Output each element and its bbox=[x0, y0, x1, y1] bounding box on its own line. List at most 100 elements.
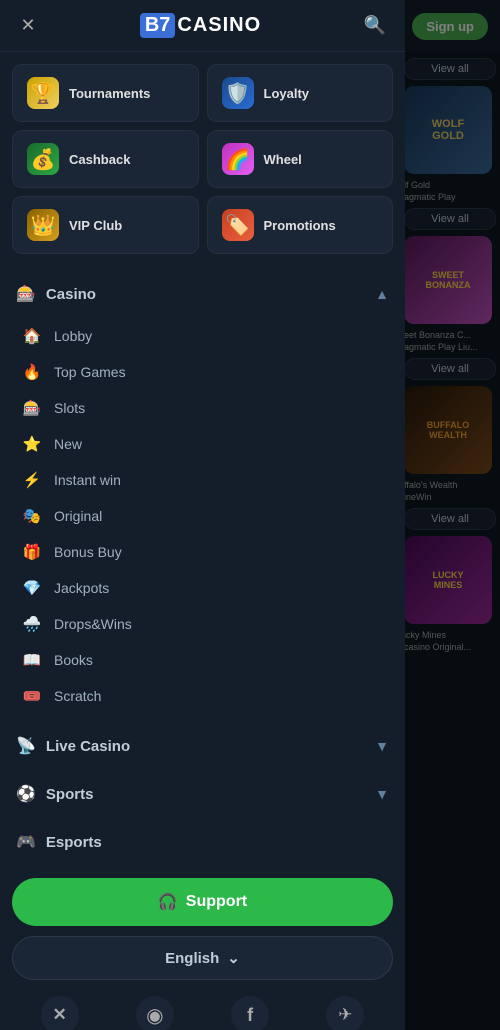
drops-wins-label: Drops&Wins bbox=[54, 616, 132, 632]
view-all-button-2[interactable]: View all bbox=[404, 208, 496, 230]
game-title-wolf: lf Gold bbox=[404, 180, 496, 190]
quick-link-tournaments[interactable]: 🏆 Tournaments bbox=[12, 64, 199, 122]
game-card-wolf-gold[interactable]: WOLFGOLD bbox=[404, 86, 492, 174]
signup-button[interactable]: Sign up bbox=[412, 13, 488, 40]
loyalty-icon: 🛡️ bbox=[222, 77, 254, 109]
game-card-lucky-mines[interactable]: LUCKYMINES bbox=[404, 536, 492, 624]
scratch-icon: 🎟️ bbox=[22, 687, 42, 705]
live-casino-chevron-icon: ▼ bbox=[375, 738, 389, 754]
sidebar-item-original[interactable]: 🎭 Original bbox=[0, 498, 405, 534]
cashback-icon: 💰 bbox=[27, 143, 59, 175]
logo-b7: B7 bbox=[140, 13, 176, 38]
sidebar-logo: B7 CASINO bbox=[140, 13, 261, 38]
esports-section-header[interactable]: 🎮 Esports bbox=[0, 822, 405, 862]
game-subtitle-lucky: casino Original... bbox=[404, 642, 496, 652]
sports-section-label: Sports bbox=[46, 786, 94, 803]
sidebar-item-drops-wins[interactable]: 🌧️ Drops&Wins bbox=[0, 606, 405, 642]
original-icon: 🎭 bbox=[22, 507, 42, 525]
scratch-label: Scratch bbox=[54, 688, 101, 704]
promotions-label: Promotions bbox=[264, 218, 336, 233]
live-casino-section-header[interactable]: 📡 Live Casino ▼ bbox=[0, 726, 405, 766]
quick-links-grid: 🏆 Tournaments 🛡️ Loyalty 💰 Cashback 🌈 Wh… bbox=[0, 52, 405, 266]
logo-casino: CASINO bbox=[177, 14, 261, 37]
top-games-label: Top Games bbox=[54, 364, 126, 380]
casino-section-header[interactable]: 🎰 Casino ▲ bbox=[0, 274, 405, 314]
quick-link-vip[interactable]: 👑 VIP Club bbox=[12, 196, 199, 254]
view-all-button-1[interactable]: View all bbox=[404, 58, 496, 80]
loyalty-label: Loyalty bbox=[264, 86, 310, 101]
wheel-label: Wheel bbox=[264, 152, 302, 167]
sidebar-item-jackpots[interactable]: 💎 Jackpots bbox=[0, 570, 405, 606]
new-label: New bbox=[54, 436, 82, 452]
support-button[interactable]: 🎧 Support bbox=[12, 878, 393, 926]
sports-chevron-icon: ▼ bbox=[375, 786, 389, 802]
sports-section: ⚽ Sports ▼ bbox=[0, 774, 405, 814]
game-card-sweet-bonanza[interactable]: SWEETBONANZA bbox=[404, 236, 492, 324]
social-links: ✕ ◉ f ✈ bbox=[12, 992, 393, 1030]
wheel-icon: 🌈 bbox=[222, 143, 254, 175]
view-all-button-4[interactable]: View all bbox=[404, 508, 496, 530]
sidebar-item-bonus-buy[interactable]: 🎁 Bonus Buy bbox=[0, 534, 405, 570]
vip-label: VIP Club bbox=[69, 218, 122, 233]
game-subtitle-candy: agmatic Play Liu... bbox=[404, 342, 496, 352]
drops-wins-icon: 🌧️ bbox=[22, 615, 42, 633]
jackpots-label: Jackpots bbox=[54, 580, 109, 596]
instant-win-label: Instant win bbox=[54, 472, 121, 488]
game-title-candy: eet Bonanza C... bbox=[404, 330, 496, 340]
slots-label: Slots bbox=[54, 400, 85, 416]
tournaments-label: Tournaments bbox=[69, 86, 150, 101]
sidebar-item-lobby[interactable]: 🏠 Lobby bbox=[0, 318, 405, 354]
top-games-icon: 🔥 bbox=[22, 363, 42, 381]
sidebar-item-scratch[interactable]: 🎟️ Scratch bbox=[0, 678, 405, 714]
lobby-icon: 🏠 bbox=[22, 327, 42, 345]
support-label: Support bbox=[186, 893, 247, 911]
sidebar-item-books[interactable]: 📖 Books bbox=[0, 642, 405, 678]
tournaments-icon: 🏆 bbox=[27, 77, 59, 109]
sports-section-header[interactable]: ⚽ Sports ▼ bbox=[0, 774, 405, 814]
close-button[interactable]: ✕ bbox=[14, 12, 42, 40]
sidebar-item-new[interactable]: ⭐ New bbox=[0, 426, 405, 462]
sidebar: ✕ B7 CASINO 🔍 🏆 Tournaments 🛡️ Loyalty 💰… bbox=[0, 0, 405, 1030]
live-casino-section-label: Live Casino bbox=[46, 738, 130, 755]
view-all-button-3[interactable]: View all bbox=[404, 358, 496, 380]
new-icon: ⭐ bbox=[22, 435, 42, 453]
game-card-buffalo[interactable]: BUFFALOWEALTH bbox=[404, 386, 492, 474]
casino-chevron-icon: ▲ bbox=[375, 286, 389, 302]
books-label: Books bbox=[54, 652, 93, 668]
language-label: English bbox=[165, 950, 219, 967]
sidebar-item-instant-win[interactable]: ⚡ Instant win bbox=[0, 462, 405, 498]
esports-section: 🎮 Esports bbox=[0, 822, 405, 862]
language-arrow-icon: ⌄ bbox=[227, 949, 240, 967]
casino-section: 🎰 Casino ▲ 🏠 Lobby 🔥 Top Games 🎰 Slots ⭐… bbox=[0, 274, 405, 718]
vip-icon: 👑 bbox=[27, 209, 59, 241]
support-icon: 🎧 bbox=[158, 892, 178, 912]
sidebar-item-slots[interactable]: 🎰 Slots bbox=[0, 390, 405, 426]
quick-link-wheel[interactable]: 🌈 Wheel bbox=[207, 130, 394, 188]
quick-link-loyalty[interactable]: 🛡️ Loyalty bbox=[207, 64, 394, 122]
casino-section-label: Casino bbox=[46, 286, 96, 303]
language-button[interactable]: English ⌄ bbox=[12, 936, 393, 980]
bonus-buy-icon: 🎁 bbox=[22, 543, 42, 561]
game-subtitle-buffalo: ineWin bbox=[404, 492, 496, 502]
jackpots-icon: 💎 bbox=[22, 579, 42, 597]
game-subtitle-wolf: agmatic Play bbox=[404, 192, 496, 202]
instant-win-icon: ⚡ bbox=[22, 471, 42, 489]
sidebar-header: ✕ B7 CASINO 🔍 bbox=[0, 0, 405, 52]
quick-link-cashback[interactable]: 💰 Cashback bbox=[12, 130, 199, 188]
casino-section-icon: 🎰 bbox=[16, 284, 36, 304]
game-title-buffalo: ffalo's Wealth bbox=[404, 480, 496, 490]
facebook-icon[interactable]: f bbox=[231, 996, 269, 1030]
twitter-icon[interactable]: ✕ bbox=[41, 996, 79, 1030]
live-casino-section: 📡 Live Casino ▼ bbox=[0, 726, 405, 766]
sports-section-icon: ⚽ bbox=[16, 784, 36, 804]
quick-link-promotions[interactable]: 🏷️ Promotions bbox=[207, 196, 394, 254]
books-icon: 📖 bbox=[22, 651, 42, 669]
instagram-icon[interactable]: ◉ bbox=[136, 996, 174, 1030]
telegram-icon[interactable]: ✈ bbox=[326, 996, 364, 1030]
esports-section-icon: 🎮 bbox=[16, 832, 36, 852]
sidebar-bottom: 🎧 Support English ⌄ ✕ ◉ f ✈ bbox=[0, 862, 405, 1030]
search-button[interactable]: 🔍 bbox=[359, 10, 391, 42]
sidebar-item-top-games[interactable]: 🔥 Top Games bbox=[0, 354, 405, 390]
casino-nav-items: 🏠 Lobby 🔥 Top Games 🎰 Slots ⭐ New ⚡ Inst… bbox=[0, 314, 405, 718]
game-title-lucky: icky Mines bbox=[404, 630, 496, 640]
